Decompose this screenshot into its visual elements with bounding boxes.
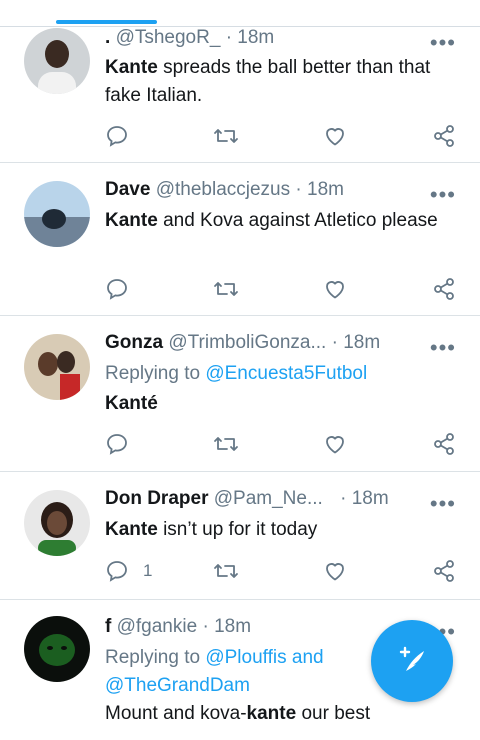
tweet-header: Don Draper @Pam_Ne... · 18m bbox=[105, 488, 420, 510]
separator: · bbox=[295, 179, 302, 200]
reply-count: 1 bbox=[143, 561, 153, 580]
handle[interactable]: @theblaccjezus bbox=[156, 179, 290, 200]
tweet-text-rest: our best bbox=[296, 703, 371, 724]
display-name[interactable]: f bbox=[105, 616, 111, 637]
like-button[interactable] bbox=[323, 274, 347, 304]
reply-button[interactable] bbox=[105, 429, 137, 459]
share-icon bbox=[432, 432, 456, 456]
handle[interactable]: @TrimboliGonza... bbox=[168, 332, 326, 353]
replying-to-label: Replying to bbox=[105, 363, 201, 384]
keyword: kante bbox=[246, 703, 297, 724]
avatar[interactable] bbox=[24, 490, 90, 556]
share-icon bbox=[432, 124, 456, 148]
more-horizontal-icon[interactable]: ••• bbox=[430, 32, 456, 54]
share-button[interactable] bbox=[432, 121, 456, 151]
tweet-text: Kanté bbox=[105, 390, 440, 418]
separator: · bbox=[331, 332, 338, 353]
avatar[interactable] bbox=[24, 616, 90, 682]
top-tab-bar bbox=[0, 0, 480, 27]
compose-tweet-button[interactable] bbox=[371, 620, 453, 702]
share-icon bbox=[432, 559, 456, 583]
reply-icon bbox=[105, 277, 129, 301]
display-name[interactable]: Gonza bbox=[105, 332, 163, 353]
reply-icon bbox=[105, 432, 129, 456]
like-button[interactable] bbox=[323, 556, 347, 586]
mention-link[interactable]: @Encuesta5Futbol bbox=[205, 363, 367, 384]
retweet-button[interactable] bbox=[213, 121, 239, 151]
active-tab-indicator bbox=[56, 20, 157, 24]
like-icon bbox=[323, 277, 347, 301]
tweet-actions bbox=[105, 121, 465, 151]
handle[interactable]: @Pam_Ne... bbox=[214, 488, 323, 509]
keyword: Kante bbox=[105, 519, 158, 540]
timestamp[interactable]: 18m bbox=[343, 332, 380, 353]
avatar[interactable] bbox=[24, 181, 90, 247]
retweet-icon bbox=[213, 277, 239, 301]
tweet[interactable]: Don Draper @Pam_Ne... · 18m ••• Kante is… bbox=[0, 472, 480, 600]
avatar[interactable] bbox=[24, 334, 90, 400]
timestamp[interactable]: 18m bbox=[352, 488, 389, 509]
tweet[interactable]: . @TshegoR_ · 18m ••• Kante spreads the … bbox=[0, 26, 480, 163]
retweet-button[interactable] bbox=[213, 556, 239, 586]
display-name[interactable]: Don Draper bbox=[105, 488, 208, 509]
tweet-actions bbox=[105, 429, 465, 459]
tweet-header: . @TshegoR_ · 18m bbox=[105, 27, 420, 49]
replying-to: Replying to @Plouffis and @TheGrandDam bbox=[105, 644, 360, 700]
reply-icon bbox=[105, 124, 129, 148]
share-button[interactable] bbox=[432, 556, 456, 586]
tweet-text-pre: Mount and kova- bbox=[105, 703, 247, 724]
share-button[interactable] bbox=[432, 274, 456, 304]
tweet-text: Kante spreads the ball better than that … bbox=[105, 54, 440, 110]
handle[interactable]: @TshegoR_ bbox=[116, 27, 221, 48]
reply-button[interactable] bbox=[105, 121, 137, 151]
keyword: Kante bbox=[105, 210, 158, 231]
tweet-text-rest: and Kova against Atletico please bbox=[157, 210, 438, 231]
share-button[interactable] bbox=[432, 429, 456, 459]
like-icon bbox=[323, 124, 347, 148]
tweet-text: Kante and Kova against Atletico please bbox=[105, 207, 440, 235]
tweet-header: Gonza @TrimboliGonza... · 18m bbox=[105, 332, 420, 354]
tweet-text-rest: isn’t up for it today bbox=[157, 519, 318, 540]
retweet-icon bbox=[213, 124, 239, 148]
replying-to: Replying to @Encuesta5Futbol bbox=[105, 360, 440, 388]
separator: · bbox=[225, 27, 233, 48]
separator: · bbox=[202, 616, 209, 637]
retweet-icon bbox=[213, 559, 239, 583]
tweet[interactable]: Dave @theblaccjezus · 18m ••• Kante and … bbox=[0, 163, 480, 316]
tweet-actions bbox=[105, 274, 465, 304]
reply-button[interactable]: 1 bbox=[105, 556, 152, 586]
like-icon bbox=[323, 559, 347, 583]
more-horizontal-icon[interactable]: ••• bbox=[430, 184, 456, 206]
separator: · bbox=[340, 488, 347, 509]
avatar[interactable] bbox=[24, 28, 90, 94]
compose-tweet-icon bbox=[392, 639, 432, 684]
keyword: Kanté bbox=[105, 393, 158, 414]
more-horizontal-icon[interactable]: ••• bbox=[430, 337, 456, 359]
keyword: Kante bbox=[105, 57, 158, 78]
like-button[interactable] bbox=[323, 121, 347, 151]
replying-to-label: Replying to bbox=[105, 647, 201, 668]
retweet-button[interactable] bbox=[213, 274, 239, 304]
timestamp[interactable]: 18m bbox=[237, 27, 274, 48]
handle[interactable]: @fgankie bbox=[117, 616, 198, 637]
retweet-icon bbox=[213, 432, 239, 456]
share-icon bbox=[432, 277, 456, 301]
timestamp[interactable]: 18m bbox=[307, 179, 344, 200]
like-icon bbox=[323, 432, 347, 456]
more-horizontal-icon[interactable]: ••• bbox=[430, 493, 456, 515]
tweet[interactable]: Gonza @TrimboliGonza... · 18m ••• Replyi… bbox=[0, 316, 480, 472]
tweet-text: Mount and kova-kante our best bbox=[105, 700, 440, 728]
reply-icon bbox=[105, 559, 129, 583]
reply-button[interactable] bbox=[105, 274, 137, 304]
tweet-actions: 1 bbox=[105, 556, 465, 586]
tweet-text: Kante isn’t up for it today bbox=[105, 516, 440, 544]
display-name[interactable]: . bbox=[105, 27, 110, 48]
like-button[interactable] bbox=[323, 429, 347, 459]
tweet-header: Dave @theblaccjezus · 18m bbox=[105, 179, 420, 201]
display-name[interactable]: Dave bbox=[105, 179, 150, 200]
retweet-button[interactable] bbox=[213, 429, 239, 459]
tweet-header: f @fgankie · 18m bbox=[105, 616, 420, 638]
timestamp[interactable]: 18m bbox=[214, 616, 251, 637]
